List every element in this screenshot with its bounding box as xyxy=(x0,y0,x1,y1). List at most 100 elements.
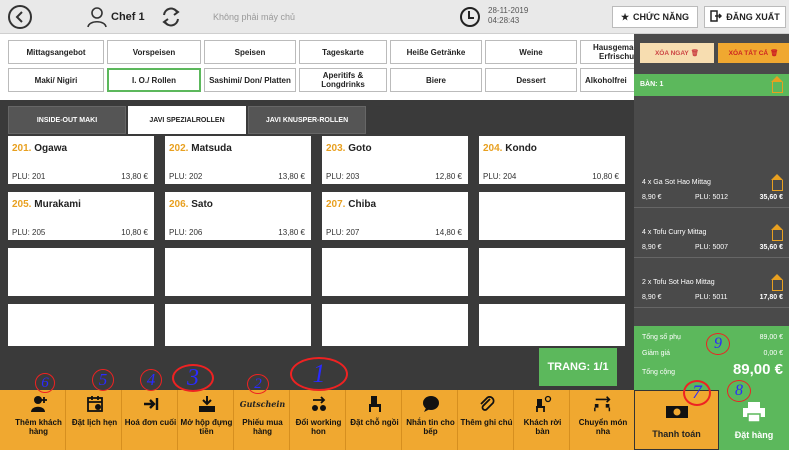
product-card[interactable]: 204. Kondo PLU: 204 10,80 € xyxy=(479,136,625,184)
category-maki-nigiri[interactable]: Maki/ Nigiri xyxy=(8,68,104,92)
appointment-button[interactable]: Đặt lịch hẹn xyxy=(68,390,122,450)
product-card[interactable]: 205. Murakami PLU: 205 10,80 € xyxy=(8,192,154,240)
order-item-plu: PLU: 5011 xyxy=(695,294,728,301)
category-alkoholfrei[interactable]: Alkoholfrei xyxy=(580,68,634,92)
product-card[interactable]: 202. Matsuda PLU: 202 13,80 € xyxy=(165,136,311,184)
place-order-label: Đặt hàng xyxy=(734,429,774,440)
order-item-name: 2 x Tofu Sot Hao Mittag xyxy=(642,279,715,286)
open-drawer-label: Mở hộp đựng tiền xyxy=(180,418,233,436)
category-weine[interactable]: Weine xyxy=(485,40,577,64)
order-item-total: 35,60 € xyxy=(759,244,783,251)
product-card[interactable]: 201. Ogawa PLU: 201 13,80 € xyxy=(8,136,154,184)
order-item-total: 35,60 € xyxy=(759,194,783,201)
empty-product-slot xyxy=(165,248,311,296)
empty-product-slot xyxy=(479,248,625,296)
home-icon[interactable] xyxy=(771,76,783,93)
category-biere[interactable]: Biere xyxy=(390,68,482,92)
category-sashimi-don[interactable]: Sashimi/ Don/ Platten xyxy=(204,68,296,92)
table-label: BÀN: 1 xyxy=(640,81,664,88)
guest-leave-button[interactable]: Khách rời bàn xyxy=(516,390,570,450)
product-price: 13,80 € xyxy=(278,228,305,237)
subtotal-value: 89,00 € xyxy=(759,334,783,341)
total-value: 89,00 € xyxy=(732,361,783,378)
annotation-4: 4 xyxy=(140,369,162,391)
order-item[interactable]: 2 x Tofu Sot Hao Mittag 8,90 € PLU: 5011… xyxy=(634,272,789,308)
appointment-label: Đặt lịch hẹn xyxy=(71,418,118,427)
voucher-button[interactable]: Gutschein Phiếu mua hàng xyxy=(236,390,290,450)
total-label: Tổng cộng xyxy=(642,369,676,376)
tab-inside-out-maki[interactable]: INSIDE-OUT MAKI xyxy=(8,106,126,134)
clear-now-label: XÓA NGAY xyxy=(654,49,689,57)
order-item-plu: PLU: 5012 xyxy=(695,194,729,201)
product-plu: PLU: 202 xyxy=(169,172,203,181)
product-card[interactable]: 206. Sato PLU: 206 13,80 € xyxy=(165,192,311,240)
pay-label: Thanh toán xyxy=(652,428,701,439)
annotation-3: 3 xyxy=(172,364,214,392)
category-mittagsangebot[interactable]: Mittagsangebot xyxy=(8,40,104,64)
empty-product-slot xyxy=(322,304,468,346)
tab-javi-spezialrollen[interactable]: JAVI SPEZIALROLLEN xyxy=(128,106,246,134)
back-icon[interactable] xyxy=(8,5,32,29)
clear-all-button[interactable]: XÓA TẤT CẢ 🗑 xyxy=(718,43,789,63)
product-card[interactable]: 207. Chiba PLU: 207 14,80 € xyxy=(322,192,468,240)
chair-icon xyxy=(365,394,385,414)
add-note-button[interactable]: Thêm ghi chú xyxy=(460,390,514,450)
printer-icon xyxy=(742,401,766,426)
page-indicator[interactable]: TRANG: 1/1 xyxy=(539,348,617,386)
add-customer-button[interactable]: Thêm khách hàng xyxy=(12,390,66,450)
category-aperitifs[interactable]: Aperitifs & Longdrinks xyxy=(299,68,387,92)
product-price: 13,80 € xyxy=(121,172,148,181)
move-item-button[interactable]: Chuyển món nha xyxy=(572,390,634,450)
order-item-unit-price: 8,90 € xyxy=(642,244,662,251)
product-card[interactable]: 203. Goto PLU: 203 12,80 € xyxy=(322,136,468,184)
empty-product-slot xyxy=(479,192,625,240)
product-plu: PLU: 201 xyxy=(12,172,46,181)
arrow-right-bar-icon xyxy=(141,394,161,414)
annotation-9: 9 xyxy=(706,333,730,355)
annotation-8: 8 xyxy=(727,380,751,402)
open-drawer-button[interactable]: Mở hộp đựng tiền xyxy=(180,390,234,450)
annotation-7: 7 xyxy=(683,380,711,406)
sync-icon[interactable] xyxy=(160,6,182,28)
product-plu: PLU: 203 xyxy=(326,172,360,181)
category-heisse-getraenke[interactable]: Heiße Getränke xyxy=(390,40,482,64)
logout-button[interactable]: ĐĂNG XUẤT xyxy=(704,6,786,28)
star-icon: ★ xyxy=(620,11,630,22)
home-icon[interactable] xyxy=(771,224,783,241)
order-item-total: 17,80 € xyxy=(759,294,783,301)
clear-now-button[interactable]: XÓA NGAY 🗑 xyxy=(640,43,714,63)
product-name: 201. Ogawa xyxy=(12,143,68,154)
product-plu: PLU: 204 xyxy=(483,172,517,181)
top-bar: Chef 1 Không phải máy chủ 28-11-2019 04:… xyxy=(0,0,789,34)
message-kitchen-button[interactable]: Nhắn tin cho bếp xyxy=(404,390,458,450)
place-order-button[interactable]: Đặt hàng xyxy=(719,390,789,450)
product-plu: PLU: 205 xyxy=(12,228,46,237)
product-name: 207. Chiba xyxy=(326,199,377,210)
order-item[interactable]: 4 x Ga Sot Hao Mittag 8,90 € PLU: 5012 3… xyxy=(634,172,789,208)
category-dessert[interactable]: Dessert xyxy=(485,68,577,92)
tab-javi-knusper-rollen[interactable]: JAVI KNUSPER-ROLLEN xyxy=(248,106,366,134)
cash-icon xyxy=(665,402,689,425)
change-working-label: Đổi working hon xyxy=(295,418,342,436)
datetime: 28-11-2019 04:28:43 xyxy=(488,6,528,26)
home-icon[interactable] xyxy=(771,174,783,191)
empty-product-slot xyxy=(165,304,311,346)
functions-label: CHỨC NĂNG xyxy=(633,12,690,22)
clear-all-label: XÓA TẤT CẢ xyxy=(728,49,769,57)
category-speisen[interactable]: Speisen xyxy=(204,40,296,64)
annotation-2: 2 xyxy=(247,374,269,394)
order-item[interactable]: 4 x Tofu Curry Mittag 8,90 € PLU: 5007 3… xyxy=(634,222,789,258)
functions-button[interactable]: ★ CHỨC NĂNG xyxy=(612,6,698,28)
home-icon[interactable] xyxy=(771,274,783,291)
discount-value: 0,00 € xyxy=(763,350,783,357)
reserve-seat-button[interactable]: Đặt chỗ ngồi xyxy=(348,390,402,450)
category-vorspeisen[interactable]: Vorspeisen xyxy=(107,40,201,64)
change-working-button[interactable]: Đổi working hon xyxy=(292,390,346,450)
category-io-rollen[interactable]: I. O./ Rollen xyxy=(107,68,201,92)
category-tageskarte[interactable]: Tageskarte xyxy=(299,40,387,64)
last-invoice-button[interactable]: Hoá đơn cuối xyxy=(124,390,178,450)
category-hausgemachte[interactable]: Hausgemachte Erfrischung xyxy=(580,40,634,64)
voucher-logo: Gutschein xyxy=(239,399,286,409)
user-icon[interactable] xyxy=(86,6,108,28)
move-item-label: Chuyển món nha xyxy=(578,418,628,436)
